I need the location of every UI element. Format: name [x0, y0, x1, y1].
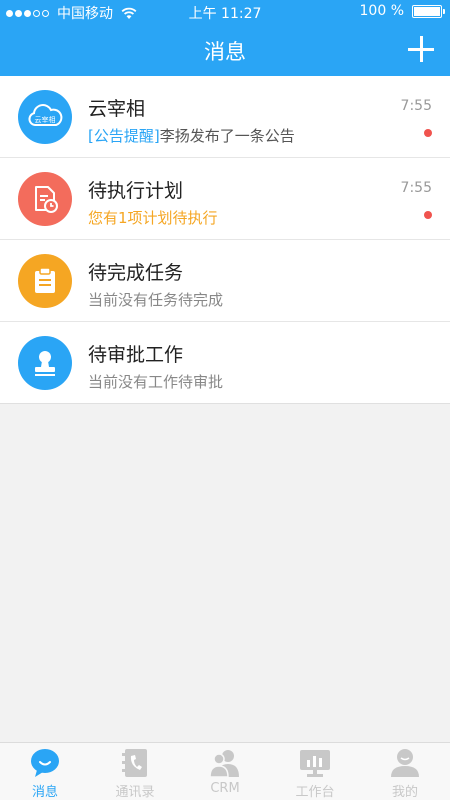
chat-bubble-icon [31, 749, 59, 777]
message-preview: 李扬发布了一条公告 [159, 127, 295, 145]
tab-label: 工作台 [295, 785, 335, 800]
message-subtitle: 您有1项计划待执行 [88, 209, 218, 227]
tab-crm[interactable]: CRM [180, 743, 270, 800]
unread-dot [424, 129, 432, 137]
message-title: 云宰相 [88, 98, 146, 120]
tab-label: 我的 [391, 785, 418, 800]
message-subtitle: 当前没有任务待完成 [88, 291, 224, 309]
contacts-book-icon [122, 749, 147, 777]
unread-dot [424, 211, 432, 219]
status-bar: 中国移动 上午 11:27 100 % [0, 0, 450, 24]
message-item-pending-plan[interactable]: 待执行计划 7:55 您有1项计划待执行 [0, 158, 450, 240]
plan-document-icon [18, 172, 72, 226]
crm-people-icon [209, 750, 239, 778]
clipboard-icon [18, 254, 72, 308]
message-subtitle: 当前没有工作待审批 [88, 373, 224, 391]
message-time: 7:55 [400, 180, 432, 196]
message-title: 待完成任务 [88, 262, 184, 284]
tab-profile[interactable]: 我的 [360, 743, 450, 800]
message-item-pending-approval[interactable]: 待审批工作 当前没有工作待审批 [0, 322, 450, 404]
tab-workbench[interactable]: 工作台 [270, 743, 360, 800]
message-title: 待执行计划 [88, 180, 184, 202]
cloud-logo-icon: 云宰相 [18, 90, 72, 144]
tab-messages[interactable]: 消息 [0, 743, 90, 800]
message-time: 7:55 [400, 98, 432, 114]
message-subtitle: [公告提醒]李扬发布了一条公告 [88, 125, 295, 146]
message-list: 云宰相 云宰相 7:55 [公告提醒]李扬发布了一条公告 待执行计划 7:55 … [0, 76, 450, 404]
profile-icon [391, 749, 419, 777]
tab-contacts[interactable]: 通讯录 [90, 743, 180, 800]
svg-text:云宰相: 云宰相 [35, 115, 56, 124]
add-icon[interactable] [408, 36, 434, 62]
message-item-pending-task[interactable]: 待完成任务 当前没有任务待完成 [0, 240, 450, 322]
tab-label: CRM [210, 781, 240, 796]
tab-label: 通讯录 [115, 785, 155, 800]
nav-bar: 消息 [0, 24, 450, 76]
message-item-yunzaixiang[interactable]: 云宰相 云宰相 7:55 [公告提醒]李扬发布了一条公告 [0, 76, 450, 158]
page-title: 消息 [204, 40, 246, 64]
status-right: 100 % [359, 3, 445, 19]
approval-stamp-icon [18, 336, 72, 390]
workbench-monitor-icon [300, 750, 330, 777]
tab-bar: 消息 通讯录 CRM 工作台 我的 [0, 742, 450, 800]
battery-icon [412, 4, 445, 18]
message-title: 待审批工作 [88, 344, 184, 366]
tab-label: 消息 [31, 785, 58, 800]
announcement-tag: [公告提醒] [88, 127, 160, 145]
battery-percent: 100 % [359, 3, 404, 19]
